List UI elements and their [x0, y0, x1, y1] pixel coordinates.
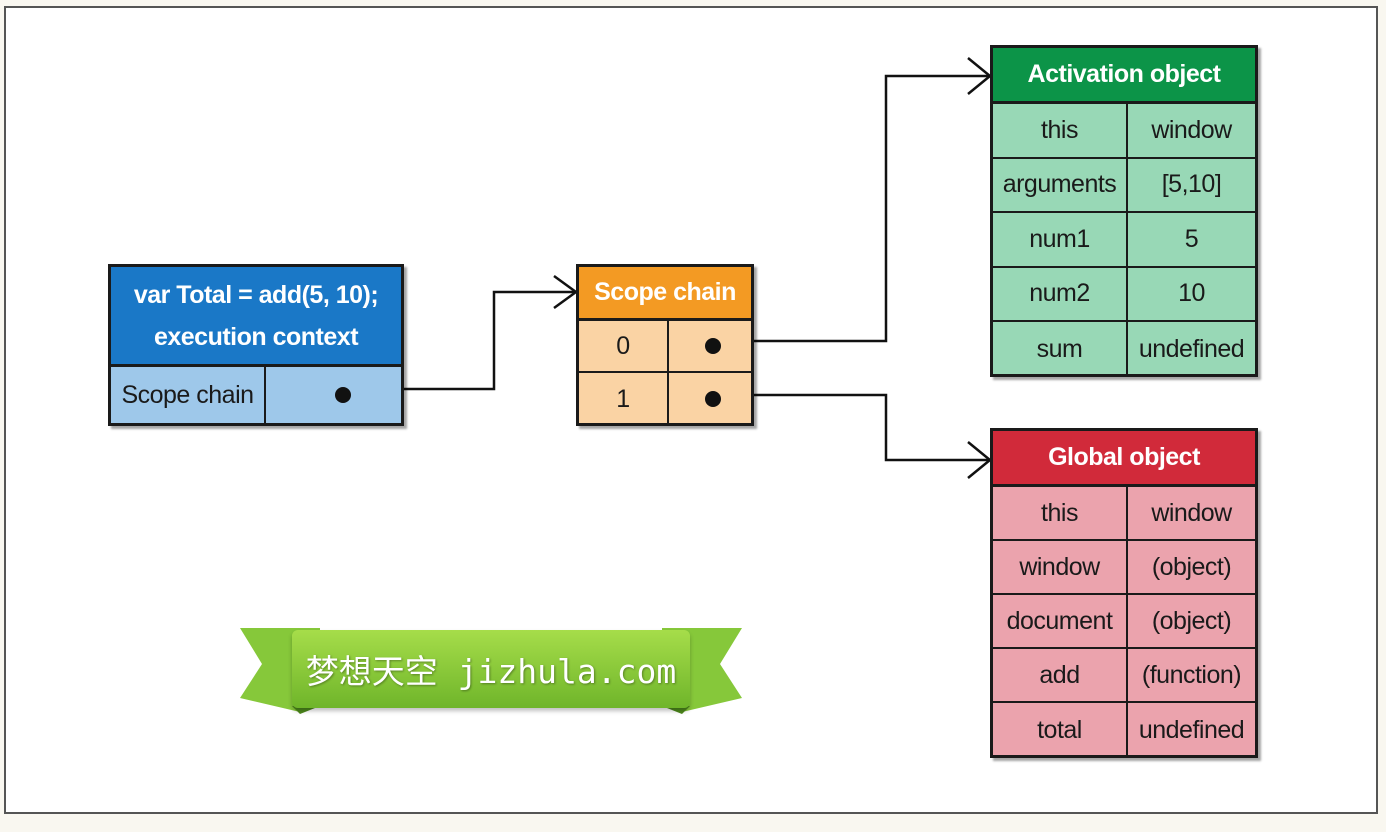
watermark-ribbon-tails [240, 628, 742, 714]
watermark-ribbon: 梦想天空 jizhula.com [292, 630, 690, 708]
watermark-text: 梦想天空 jizhula.com [305, 652, 677, 691]
